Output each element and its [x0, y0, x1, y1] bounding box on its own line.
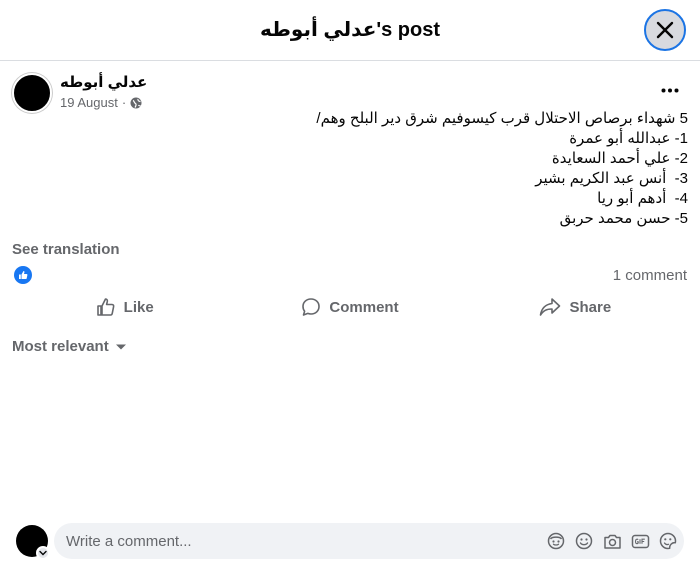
sticker-button[interactable]	[658, 531, 678, 551]
avatar-sticker-button[interactable]	[546, 531, 566, 551]
like-button[interactable]: Like	[12, 290, 237, 324]
comment-count[interactable]: 1 comment	[613, 267, 687, 284]
chevron-down-icon	[39, 550, 47, 556]
comment-button[interactable]: Comment	[237, 290, 462, 324]
comment-composer	[54, 523, 684, 559]
caret-down-icon	[115, 344, 126, 349]
post-meta: 19 August ·	[60, 95, 142, 110]
composer-tools	[546, 531, 678, 551]
share-button[interactable]: Share	[463, 290, 688, 324]
comment-sort-dropdown[interactable]: Most relevant	[12, 338, 127, 355]
close-button[interactable]	[644, 9, 686, 51]
meta-separator: ·	[121, 95, 127, 110]
globe-icon	[130, 97, 142, 108]
comment-label: Comment	[329, 298, 399, 316]
post-line: 3- أنس عبد الكريم بشير	[535, 170, 688, 187]
post-line: 2- علي أحمد السعايدة	[551, 150, 688, 167]
photo-button[interactable]	[602, 531, 622, 551]
post-body: 5 شهداء برصاص الاحتلال قرب كيسوفيم شرق د…	[128, 109, 688, 229]
comment-sort-label: Most relevant	[12, 338, 109, 355]
like-label: Like	[123, 298, 154, 316]
author-name[interactable]: عدلي أبوطه	[60, 73, 147, 91]
post-actions: Like Comment Share	[12, 290, 688, 324]
more-options-button[interactable]	[656, 78, 684, 102]
gif-button[interactable]	[630, 531, 650, 551]
like-icon	[19, 271, 28, 279]
sticker-icon	[659, 532, 677, 550]
comment-input[interactable]	[66, 523, 526, 559]
post-line: 5- حسن محمد حربق	[559, 210, 688, 227]
dialog-title: عدلي أبوطه's post	[259, 19, 441, 41]
share-arrow-icon	[540, 298, 561, 316]
post-line: 4- أدهم أبو ريا	[597, 190, 688, 207]
avatar-switch-badge[interactable]	[36, 546, 50, 560]
camera-icon	[603, 534, 621, 549]
post-date[interactable]: 19 August	[60, 95, 118, 110]
author-avatar[interactable]	[12, 73, 52, 113]
share-label: Share	[569, 298, 612, 316]
more-dots-icon	[661, 88, 679, 92]
gif-icon	[631, 534, 649, 548]
post-line: 5 شهداء برصاص الاحتلال قرب كيسوفيم شرق د…	[316, 110, 688, 127]
dialog-header: عدلي أبوطه's post	[0, 0, 700, 61]
emoji-button[interactable]	[574, 531, 594, 551]
avatar-sticker-icon	[547, 532, 565, 550]
see-translation-link[interactable]: See translation	[12, 241, 120, 258]
comment-bubble-icon	[302, 298, 321, 316]
thumbs-up-icon	[96, 298, 115, 316]
post-line: 1- عبدالله أبو عمرة	[569, 130, 688, 147]
like-reaction-badge[interactable]	[14, 266, 32, 284]
close-icon	[656, 21, 674, 39]
smiley-icon	[575, 532, 593, 550]
